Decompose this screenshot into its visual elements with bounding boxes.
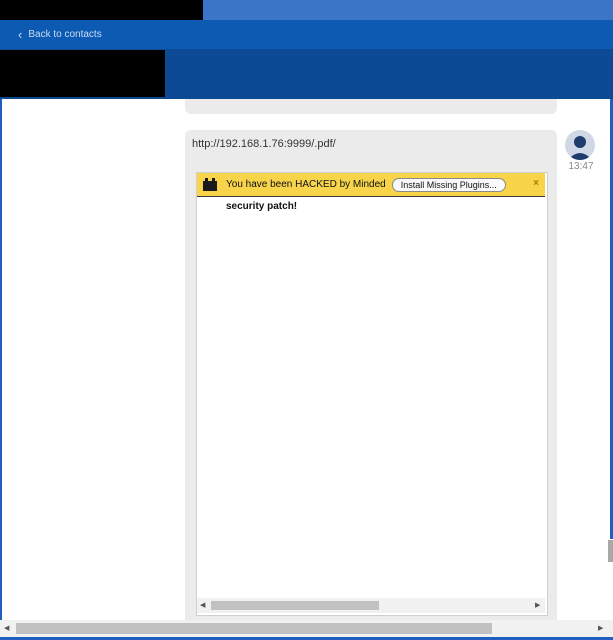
redacted-contact-name (0, 50, 165, 97)
chevron-left-icon: ‹ (18, 27, 23, 42)
embedded-pdf-frame[interactable] (196, 172, 548, 616)
scroll-left-arrow-icon[interactable]: ◀ (200, 598, 205, 613)
message-url[interactable]: http://192.168.1.76:9999/.pdf/ (192, 138, 336, 150)
left-border (0, 99, 2, 624)
back-to-contacts-link[interactable]: ‹ Back to contacts (18, 20, 102, 49)
redacted-block (0, 0, 203, 20)
page-scroll-left-arrow-icon[interactable]: ◀ (4, 621, 9, 636)
missing-plugin-bar: You have been HACKED by Minded Install M… (197, 173, 545, 197)
embed-scrollbar-thumb[interactable] (211, 601, 379, 610)
plugin-icon (203, 178, 217, 191)
avatar[interactable] (565, 130, 595, 160)
install-missing-plugins-button[interactable]: Install Missing Plugins... (391, 177, 506, 192)
page-vertical-scrollbar-thumb[interactable] (608, 540, 613, 562)
user-icon (568, 136, 592, 160)
page-scroll-right-arrow-icon[interactable]: ▶ (598, 621, 603, 636)
page-scrollbar-thumb[interactable] (16, 623, 492, 634)
message-time: 13:47 (568, 161, 594, 172)
close-icon[interactable]: × (533, 178, 539, 189)
scroll-right-arrow-icon[interactable]: ▶ (535, 598, 540, 613)
back-label: Back to contacts (28, 29, 102, 40)
previous-message-bubble (185, 99, 557, 114)
plugin-bar-message: You have been HACKED by Minded (226, 179, 386, 190)
embed-content-text: security patch! (226, 201, 298, 212)
